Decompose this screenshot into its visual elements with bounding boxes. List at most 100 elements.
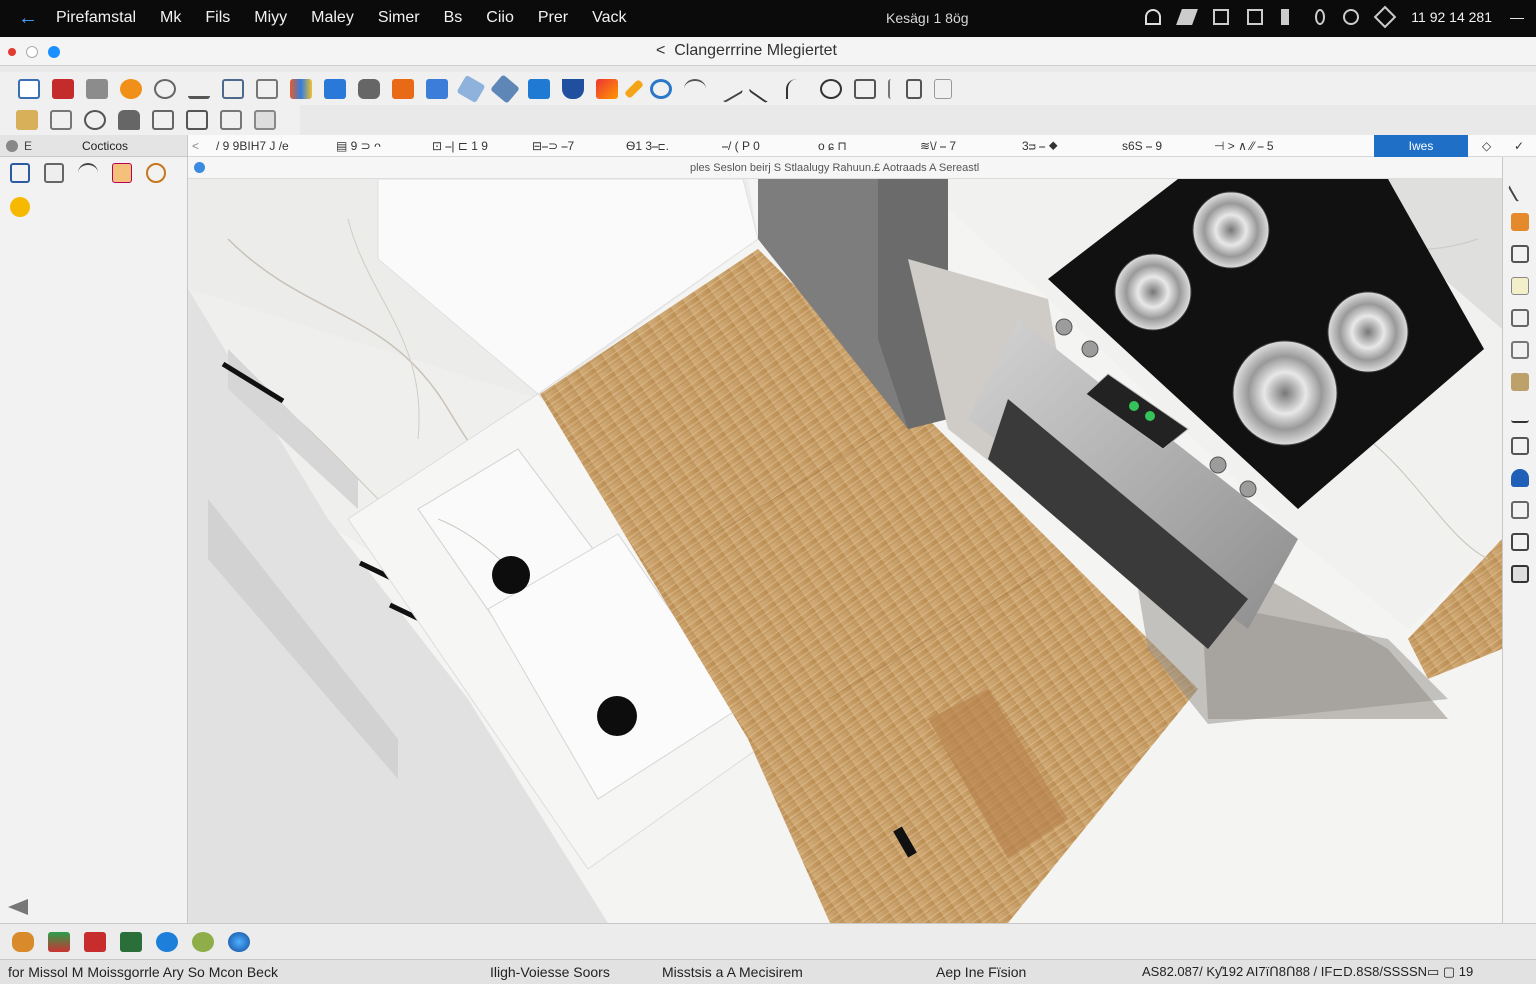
new-file-icon[interactable] bbox=[18, 78, 40, 99]
options-back-icon[interactable]: < bbox=[192, 139, 199, 153]
layers-panel-icon[interactable] bbox=[48, 931, 70, 952]
table-view-icon[interactable] bbox=[1510, 533, 1529, 551]
monitor-icon[interactable] bbox=[1510, 245, 1529, 263]
options-check-icon[interactable]: ✓ bbox=[1514, 139, 1524, 153]
pencil-icon[interactable] bbox=[188, 79, 210, 99]
option-segment[interactable]: o ɕ ⊓ bbox=[818, 139, 847, 153]
circle-tool-icon[interactable] bbox=[820, 78, 842, 99]
option-segment[interactable]: ⎯/ ( P 0 bbox=[722, 139, 760, 154]
window-layout-icon[interactable] bbox=[256, 78, 278, 99]
zoom-window-icon[interactable] bbox=[48, 46, 60, 58]
menu-item[interactable]: Prer bbox=[538, 9, 568, 27]
menu-item[interactable]: Fils bbox=[205, 9, 230, 27]
search-icon[interactable] bbox=[1343, 9, 1360, 25]
document-icon[interactable] bbox=[44, 163, 64, 183]
flag-icon[interactable] bbox=[84, 931, 106, 952]
volume-icon[interactable] bbox=[1281, 9, 1297, 25]
move-icon[interactable] bbox=[50, 110, 72, 130]
materials-icon[interactable] bbox=[290, 78, 312, 99]
layers-icon[interactable] bbox=[426, 78, 448, 99]
section-icon[interactable] bbox=[888, 78, 894, 99]
stairs-icon[interactable] bbox=[1510, 213, 1529, 231]
menu-app-name[interactable]: Pirefamstal bbox=[56, 9, 136, 27]
option-segment[interactable]: ⊣ > ∧ ⁄⁄ ⎯ 5 bbox=[1214, 139, 1274, 154]
panel-toggle-icon[interactable] bbox=[906, 78, 922, 99]
globe-icon[interactable] bbox=[84, 110, 106, 130]
control-center-icon[interactable] bbox=[1373, 5, 1397, 29]
panel-toggle-2-icon[interactable] bbox=[934, 78, 952, 99]
option-segment[interactable]: ▤ 9 ⊃ ᴖ bbox=[336, 139, 381, 153]
arc-icon[interactable] bbox=[684, 78, 706, 99]
image-icon[interactable] bbox=[86, 78, 108, 99]
option-segment[interactable]: ⊟⎯⊃ ⎯7 bbox=[532, 139, 574, 154]
menu-item[interactable]: Maley bbox=[311, 9, 354, 27]
book-icon[interactable] bbox=[120, 931, 142, 952]
push-pull-icon[interactable] bbox=[854, 78, 876, 99]
clock[interactable]: 11 92 14 281 bbox=[1411, 9, 1492, 25]
hook-icon[interactable] bbox=[78, 163, 98, 183]
curve-icon[interactable] bbox=[786, 78, 808, 99]
scale-icon[interactable] bbox=[152, 110, 174, 130]
component-icon[interactable] bbox=[324, 78, 346, 99]
option-segment[interactable]: ≋\/ ⎯ 7 bbox=[920, 139, 956, 154]
select-tool-icon[interactable] bbox=[10, 163, 30, 183]
warehouse-icon[interactable] bbox=[392, 78, 414, 99]
frame-icon[interactable] bbox=[220, 110, 242, 130]
ruler-icon[interactable] bbox=[490, 73, 520, 104]
option-segment[interactable]: s6S ⎯ 9 bbox=[1122, 139, 1162, 154]
minimize-window-icon[interactable] bbox=[26, 46, 38, 58]
database-icon[interactable] bbox=[1510, 469, 1529, 487]
option-segment[interactable]: ⊡ ⎯| ⊏ 1 9 bbox=[432, 139, 488, 154]
info-icon[interactable] bbox=[194, 162, 205, 173]
earth-icon[interactable] bbox=[228, 931, 250, 952]
camera-icon[interactable] bbox=[358, 78, 380, 99]
wand-icon[interactable] bbox=[624, 78, 644, 99]
active-mode-button[interactable]: Iwes bbox=[1374, 135, 1468, 157]
folder-icon[interactable] bbox=[16, 110, 38, 130]
hand-icon[interactable] bbox=[12, 931, 34, 952]
menu-item[interactable]: Miyy bbox=[254, 9, 287, 27]
sun-icon[interactable] bbox=[120, 78, 142, 99]
note-icon[interactable] bbox=[1510, 277, 1529, 295]
display-icon[interactable] bbox=[254, 110, 276, 130]
menu-item[interactable]: Mk bbox=[160, 9, 181, 27]
lasso-icon[interactable] bbox=[146, 163, 166, 183]
paint-icon[interactable] bbox=[596, 78, 618, 99]
window-icon[interactable] bbox=[1213, 9, 1230, 25]
options-more-icon[interactable]: ◇ bbox=[1482, 139, 1491, 153]
freehand-icon[interactable] bbox=[748, 73, 778, 104]
pen-icon[interactable] bbox=[1176, 9, 1199, 25]
close-window-icon[interactable] bbox=[8, 48, 16, 56]
menu-item[interactable]: Ciio bbox=[486, 9, 514, 27]
shield-icon[interactable] bbox=[562, 78, 584, 99]
table-icon[interactable] bbox=[186, 110, 208, 130]
save-icon[interactable] bbox=[52, 78, 74, 99]
3d-viewport[interactable] bbox=[188, 179, 1502, 923]
text-box-icon[interactable] bbox=[1510, 341, 1529, 359]
collapse-arrow-icon[interactable] bbox=[8, 899, 28, 915]
back-arrow-icon[interactable]: ← bbox=[18, 7, 38, 30]
globe-blue-icon[interactable] bbox=[156, 931, 178, 952]
sun-tool-icon[interactable] bbox=[10, 197, 30, 217]
tape-icon[interactable] bbox=[456, 74, 486, 103]
draw-icon[interactable] bbox=[112, 163, 132, 183]
copy-icon[interactable] bbox=[1510, 501, 1529, 519]
box-icon[interactable] bbox=[1510, 309, 1529, 327]
menu-item[interactable]: Bs bbox=[444, 9, 463, 27]
folder-open-icon[interactable] bbox=[1510, 373, 1529, 391]
line-tool-icon[interactable] bbox=[714, 74, 744, 103]
menu-item[interactable]: Vack bbox=[592, 9, 626, 27]
option-segment[interactable]: Ѳ1 3⎯⊏. bbox=[626, 139, 669, 154]
gears-icon[interactable] bbox=[192, 931, 214, 952]
menu-item[interactable]: Simer bbox=[378, 9, 420, 27]
option-segment[interactable]: / 9 9BIH7 J /e bbox=[216, 139, 289, 153]
rotate-icon[interactable] bbox=[154, 78, 176, 99]
pin-icon[interactable] bbox=[1315, 9, 1326, 25]
wifi-icon[interactable] bbox=[1145, 9, 1162, 25]
grid-icon[interactable] bbox=[222, 78, 244, 99]
split-icon[interactable] bbox=[1510, 437, 1529, 455]
panel-toggle-icon[interactable] bbox=[6, 140, 18, 152]
vehicle-icon[interactable] bbox=[118, 110, 140, 130]
dimension-icon[interactable] bbox=[528, 78, 550, 99]
option-segment[interactable]: 3ᴝ ⎯ ◆ bbox=[1022, 139, 1058, 154]
